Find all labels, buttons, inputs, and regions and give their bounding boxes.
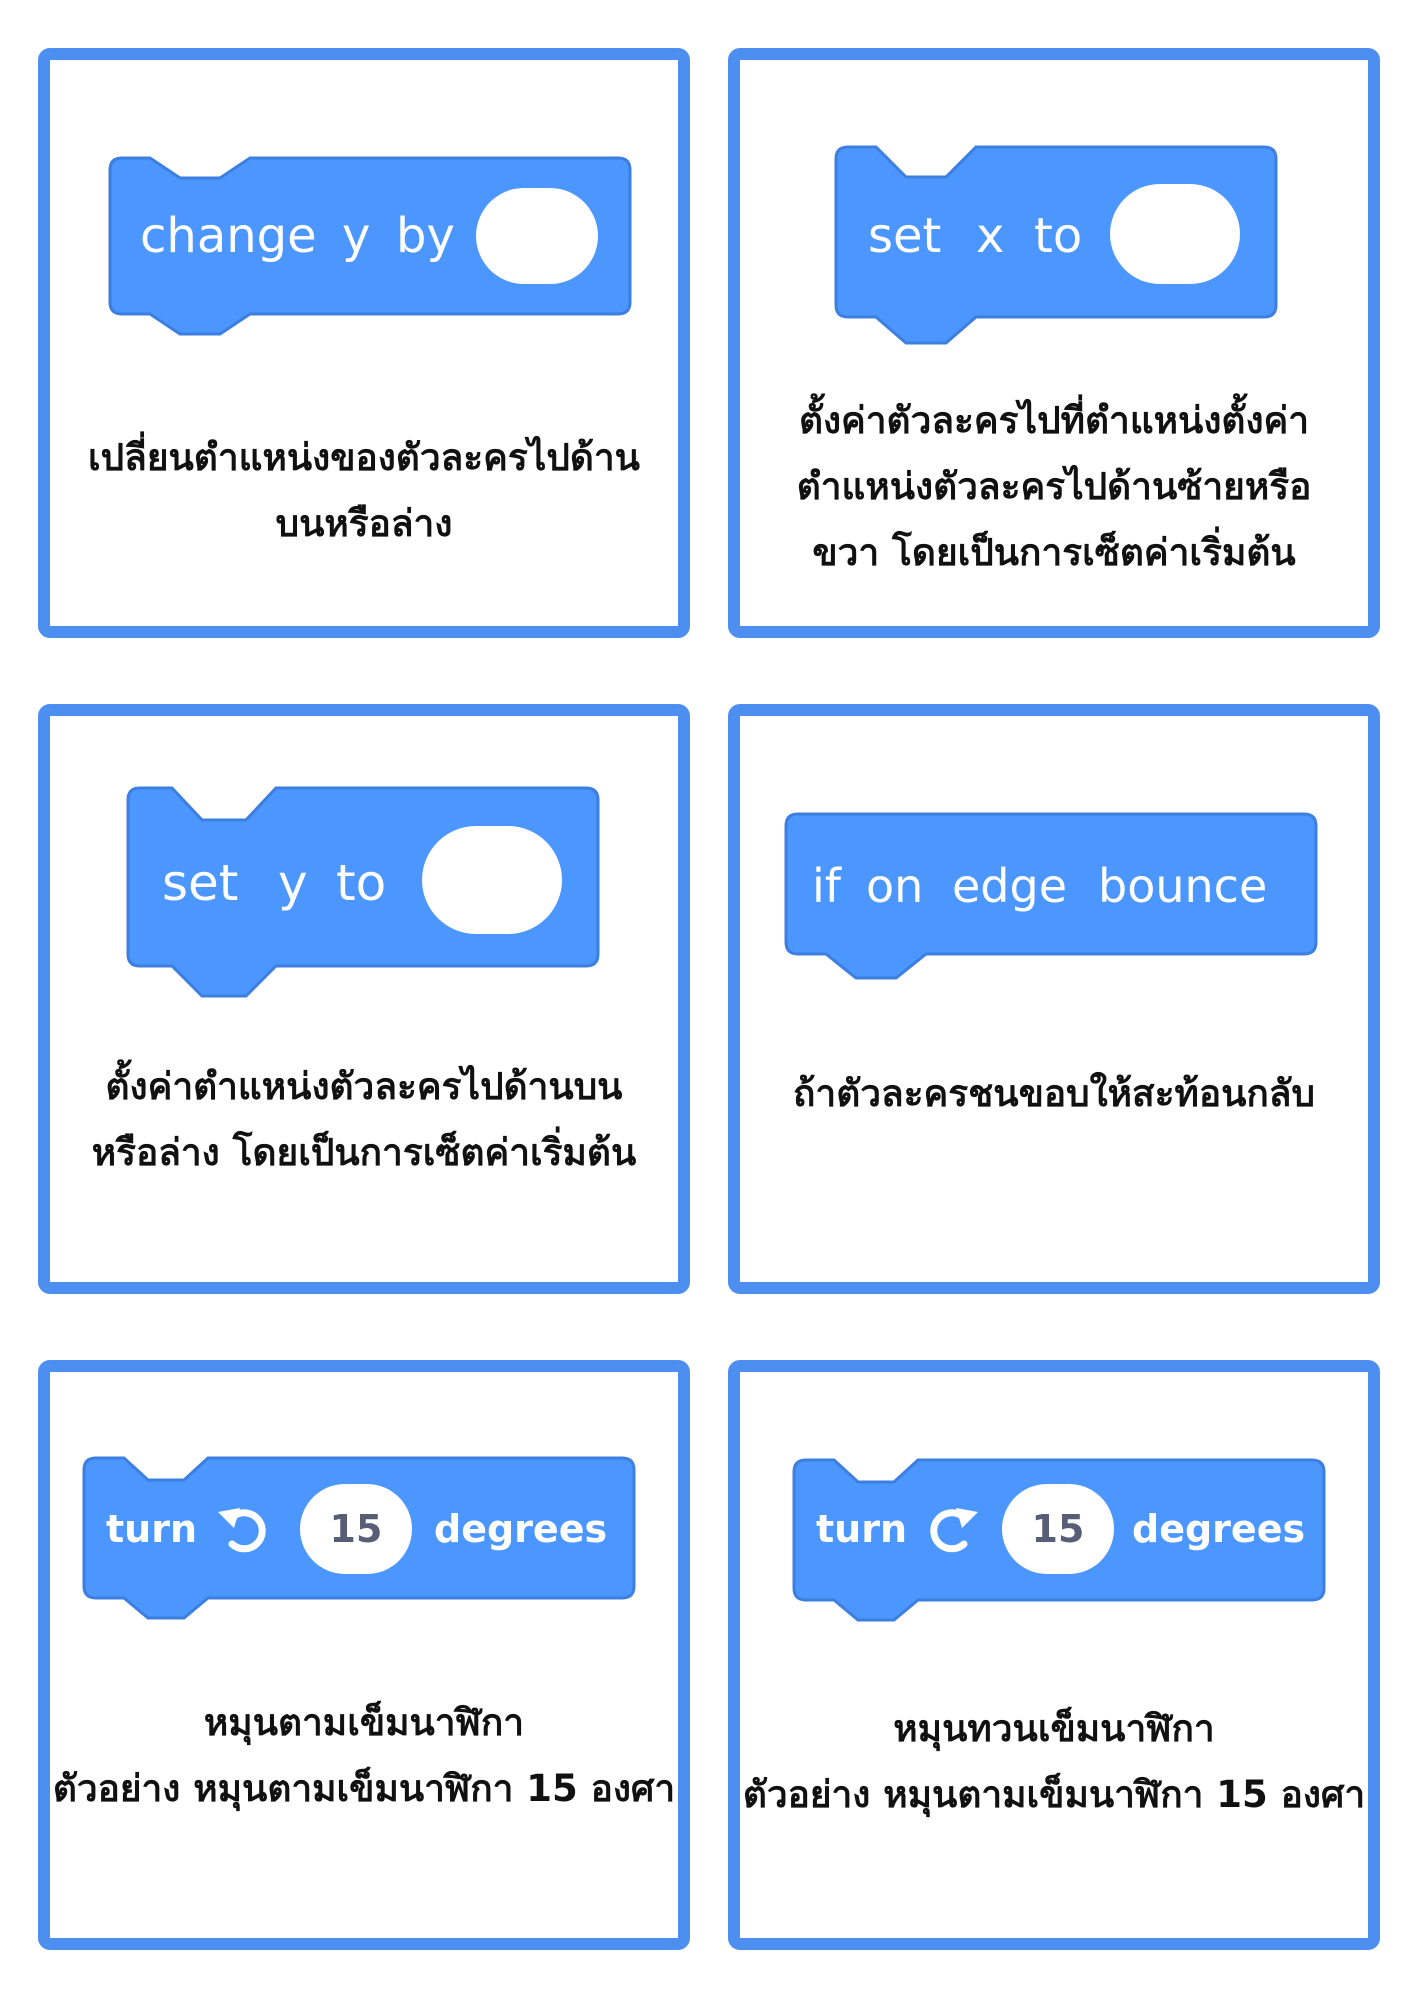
set-x-to-block[interactable]: set x to (834, 145, 1278, 357)
card-description: หมุนทวนเข็มนาฬิกา ตัวอย่าง หมุนตามเข็มนา… (742, 1707, 1366, 1816)
block-word: set (162, 854, 238, 912)
card-change-y-by: change y by เปลี่ยนตำแหน่งของตัวละครไปด้… (38, 48, 690, 638)
card-description: ตั้งค่าตัวละครไปที่ตำแหน่งตั้งค่า ตำแหน่… (796, 399, 1312, 574)
block-word: x (976, 208, 1004, 264)
block-word: to (336, 854, 386, 912)
value-input[interactable] (422, 826, 562, 934)
block-word: change (140, 208, 317, 264)
block-word: on (866, 859, 923, 913)
change-y-by-block[interactable]: change y by (108, 156, 632, 348)
block-word: bounce (1098, 859, 1267, 913)
card-turn-left: turn 15 degrees หมุนตามเข็มนาฬิกา ตัวอย่… (38, 1360, 690, 1950)
turn-label: turn (106, 1507, 197, 1551)
unit-label: degrees (434, 1507, 607, 1551)
if-on-edge-bounce-block[interactable]: if on edge bounce (784, 812, 1318, 984)
card-set-y-to: set y to ตั้งค่าตำแหน่งตัวละครไปด้านบน ห… (38, 704, 690, 1294)
card-turn-right: turn 15 degrees หมุนทวนเข็มนาฬิกา ตัวอย่… (728, 1360, 1380, 1950)
card-description: ตั้งค่าตำแหน่งตัวละครไปด้านบน หรือล่าง โ… (91, 1065, 637, 1174)
card-description: หมุนตามเข็มนาฬิกา ตัวอย่าง หมุนตามเข็มนา… (52, 1701, 676, 1810)
unit-label: degrees (1132, 1507, 1305, 1551)
card-description: เปลี่ยนตำแหน่งของตัวละครไปด้าน บนหรือล่า… (88, 436, 640, 545)
turn-label: turn (816, 1507, 907, 1551)
block-word: if (812, 859, 843, 913)
block-word: y (278, 854, 308, 912)
card-set-x-to: set x to ตั้งค่าตัวละครไปที่ตำแหน่งตั้งค… (728, 48, 1380, 638)
block-word: edge (952, 859, 1067, 913)
card-if-on-edge-bounce: if on edge bounce ถ้าตัวละครชนขอบให้สะท้… (728, 704, 1380, 1294)
block-word: set (868, 208, 941, 264)
block-word: to (1034, 208, 1082, 264)
set-y-to-block[interactable]: set y to (126, 786, 600, 1008)
turn-left-block[interactable]: turn 15 degrees (82, 1456, 636, 1628)
degrees-value: 15 (1032, 1507, 1085, 1551)
block-word: by (396, 208, 455, 264)
block-word: y (342, 208, 370, 264)
turn-right-block[interactable]: turn 15 degrees (792, 1458, 1326, 1630)
card-description: ถ้าตัวละครชนขอบให้สะท้อนกลับ (793, 1072, 1315, 1115)
value-input[interactable] (1110, 184, 1240, 284)
value-input[interactable] (476, 188, 598, 284)
degrees-value: 15 (330, 1507, 383, 1551)
